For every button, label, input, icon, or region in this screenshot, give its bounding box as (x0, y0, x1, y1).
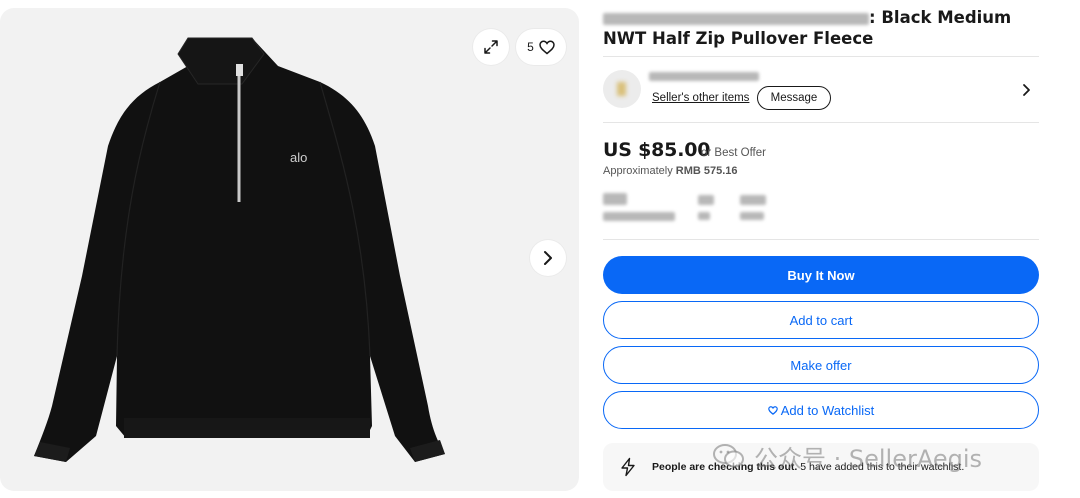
make-offer-button[interactable]: Make offer (603, 346, 1039, 384)
message-seller-button[interactable]: Message (757, 86, 831, 110)
approx-price: Approximately RMB 575.16 (603, 165, 738, 177)
price: US $85.00 (603, 139, 711, 161)
brand-logo: alo (290, 150, 307, 165)
chevron-right-icon[interactable] (1020, 82, 1034, 98)
add-to-cart-button[interactable]: Add to cart (603, 301, 1039, 339)
wechat-icon (713, 444, 744, 468)
expand-button[interactable] (473, 29, 509, 65)
chevron-right-icon (544, 251, 552, 265)
add-to-watchlist-button[interactable]: Add to Watchlist (603, 391, 1039, 429)
divider (603, 122, 1039, 123)
watermark-text: 公众号 · SellerAegis (754, 444, 983, 473)
redacted-info-block (740, 212, 764, 220)
product-image-sweatshirt[interactable]: alo (20, 26, 460, 476)
image-gallery: alo 5 (0, 8, 579, 491)
heart-icon (767, 405, 778, 415)
watch-count: 5 (527, 40, 534, 54)
title-redacted-part (603, 12, 869, 25)
seller-other-items-link[interactable]: Seller's other items (652, 92, 749, 104)
redacted-info-block (740, 195, 766, 205)
divider (603, 239, 1039, 240)
seller-name-redacted (649, 72, 759, 81)
watch-count-button[interactable]: 5 (516, 29, 566, 65)
best-offer-label: or Best Offer (701, 147, 766, 159)
buy-it-now-button[interactable]: Buy It Now (603, 256, 1039, 294)
listing-title: : Black Medium NWT Half Zip Pullover Fle… (603, 8, 1012, 48)
redacted-info-block (698, 195, 714, 205)
redacted-info-block (698, 212, 710, 220)
seller-card[interactable]: Seller's other items Message (603, 70, 1039, 112)
redacted-info-block (603, 193, 627, 205)
expand-icon (484, 40, 498, 54)
divider (603, 56, 1039, 57)
redacted-info-block (603, 212, 675, 221)
heart-icon (539, 40, 555, 54)
seller-avatar[interactable] (603, 70, 641, 108)
next-image-button[interactable] (530, 240, 566, 276)
watermark: 公众号 · SellerAegis (712, 438, 982, 474)
lightning-icon (621, 457, 635, 477)
